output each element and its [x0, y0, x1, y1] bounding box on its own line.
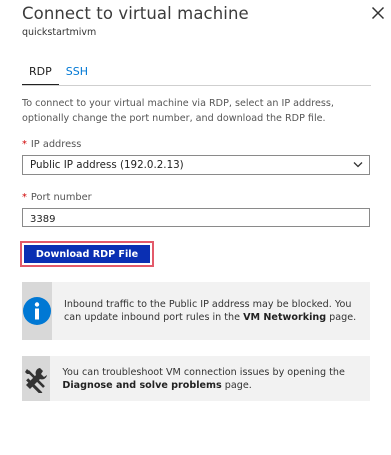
inbound-traffic-notice: Inbound traffic to the Public IP address…	[22, 282, 370, 340]
notice-text: You can troubleshoot VM connection issue…	[62, 366, 345, 378]
ip-address-label: * IP address	[22, 139, 81, 150]
ip-address-label-text: IP address	[30, 139, 82, 150]
tab-ssh[interactable]: SSH	[59, 63, 95, 86]
protocol-tabs: RDP SSH	[22, 63, 95, 86]
troubleshoot-notice: You can troubleshoot VM connection issue…	[22, 356, 370, 401]
download-button-highlight: Download RDP File	[20, 241, 154, 267]
rdp-description: To connect to your virtual machine via R…	[22, 98, 334, 124]
tools-icon	[25, 367, 48, 393]
blade-title: Connect to virtual machine	[22, 4, 249, 23]
notice-text-end: page.	[326, 312, 357, 323]
vm-networking-link[interactable]: VM Networking	[243, 312, 326, 323]
notice-text-end: page.	[221, 379, 252, 391]
diagnose-solve-link[interactable]: Diagnose and solve problems	[62, 380, 221, 391]
vm-name-subtitle: quickstartmivm	[22, 27, 97, 38]
info-icon-container	[22, 282, 52, 340]
download-rdp-button[interactable]: Download RDP File	[24, 245, 150, 263]
ip-address-dropdown[interactable]: Public IP address (192.0.2.13)	[22, 155, 370, 175]
chevron-down-icon	[353, 162, 363, 168]
ip-address-selected-value: Public IP address (192.0.2.13)	[30, 159, 184, 171]
info-icon	[23, 297, 51, 325]
tab-divider	[22, 85, 371, 86]
tools-icon-container	[22, 356, 51, 401]
tab-rdp[interactable]: RDP	[22, 63, 59, 86]
port-number-label-text: Port number	[30, 192, 92, 203]
close-icon[interactable]	[371, 6, 385, 20]
troubleshoot-text: You can troubleshoot VM connection issue…	[50, 356, 370, 401]
port-number-input[interactable]	[22, 208, 370, 227]
required-asterisk: *	[22, 192, 27, 203]
inbound-traffic-text: Inbound traffic to the Public IP address…	[52, 282, 370, 340]
required-asterisk: *	[22, 139, 27, 150]
port-number-label: * Port number	[22, 192, 92, 203]
